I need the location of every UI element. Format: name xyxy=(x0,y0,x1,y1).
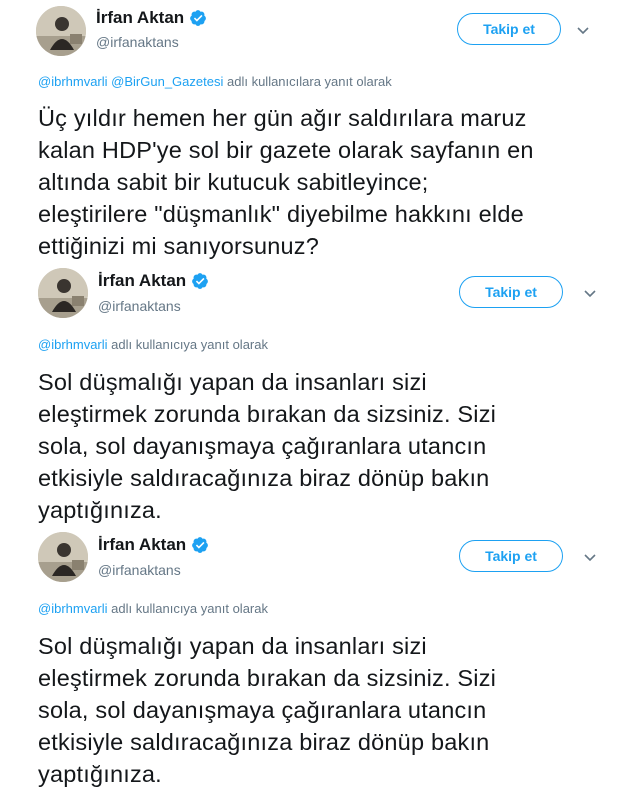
tweet-2: İrfan Aktan @irfanaktans Takip et @ibrhm… xyxy=(0,262,626,530)
handle: @irfanaktans xyxy=(98,562,181,578)
tweet-3: İrfan Aktan @irfanaktans Takip et @ibrhm… xyxy=(0,528,626,797)
tweet-text-line: kalan HDP'ye sol bir gazete olarak sayfa… xyxy=(38,137,534,163)
tweet-text-line: Sol düşmalığı yapan da insanları sizi xyxy=(38,633,427,659)
follow-button[interactable]: Takip et xyxy=(459,540,563,572)
chevron-down-icon[interactable] xyxy=(583,286,597,300)
reply-context: @ibrhmvarli adlı kullanıcıya yanıt olara… xyxy=(38,337,268,352)
display-name[interactable]: İrfan Aktan xyxy=(98,535,186,555)
verified-badge-icon xyxy=(192,537,209,553)
tweet-text-line: Sol düşmalığı yapan da insanları sizi xyxy=(38,369,427,395)
tweet-text-line: eleştirilere "düşmanlık" diyebilme hakkı… xyxy=(38,201,524,227)
avatar[interactable] xyxy=(36,6,86,56)
tweet-1: İrfan Aktan @irfanaktans Takip et @ibrhm… xyxy=(0,0,626,262)
verified-badge-icon xyxy=(192,273,209,289)
tweet-text: Sol düşmalığı yapan da insanları sizi el… xyxy=(38,630,618,790)
reply-mention[interactable]: @ibrhmvarli xyxy=(38,74,108,89)
chevron-down-icon[interactable] xyxy=(576,23,590,37)
tweet-text-line: sola, sol dayanışmaya çağıranlara utancı… xyxy=(38,433,487,459)
avatar[interactable] xyxy=(38,268,88,318)
tweet-text: Sol düşmalığı yapan da insanları sizi el… xyxy=(38,366,618,526)
author-name-row: İrfan Aktan xyxy=(96,8,207,28)
tweet-text-line: Üç yıldır hemen her gün ağır saldırılara… xyxy=(38,105,527,131)
verified-badge-icon xyxy=(190,10,207,26)
reply-suffix: adlı kullanıcılara yanıt olarak xyxy=(227,74,392,89)
avatar[interactable] xyxy=(38,532,88,582)
follow-button[interactable]: Takip et xyxy=(457,13,561,45)
author-name-row: İrfan Aktan xyxy=(98,535,209,555)
tweet-text-line: etkisiyle saldıracağınıza biraz dönüp ba… xyxy=(38,729,490,755)
display-name[interactable]: İrfan Aktan xyxy=(96,8,184,28)
tweet-text-line: etkisiyle saldıracağınıza biraz dönüp ba… xyxy=(38,465,490,491)
tweet-text-line: altında sabit bir kutucuk sabitleyince; xyxy=(38,169,429,195)
reply-suffix: adlı kullanıcıya yanıt olarak xyxy=(111,601,268,616)
reply-suffix: adlı kullanıcıya yanıt olarak xyxy=(111,337,268,352)
reply-mention[interactable]: @ibrhmvarli xyxy=(38,601,108,616)
tweet-text-line: eleştirmek zorunda bırakan da sizsiniz. … xyxy=(38,401,497,427)
display-name[interactable]: İrfan Aktan xyxy=(98,271,186,291)
reply-context: @ibrhmvarli adlı kullanıcıya yanıt olara… xyxy=(38,601,268,616)
follow-button[interactable]: Takip et xyxy=(459,276,563,308)
tweet-text-line: eleştirmek zorunda bırakan da sizsiniz. … xyxy=(38,665,497,691)
author-name-row: İrfan Aktan xyxy=(98,271,209,291)
tweet-text: Üç yıldır hemen her gün ağır saldırılara… xyxy=(38,102,618,262)
tweet-text-line: sola, sol dayanışmaya çağıranlara utancı… xyxy=(38,697,487,723)
handle: @irfanaktans xyxy=(96,34,179,50)
chevron-down-icon[interactable] xyxy=(583,550,597,564)
reply-mention[interactable]: @BirGun_Gazetesi xyxy=(111,74,223,89)
handle: @irfanaktans xyxy=(98,298,181,314)
tweet-text-line: ettiğinizi mi sanıyorsunuz? xyxy=(38,233,319,259)
reply-context: @ibrhmvarli @BirGun_Gazetesi adlı kullan… xyxy=(38,74,392,89)
tweet-text-line: yaptığınıza. xyxy=(38,761,162,787)
tweet-text-line: yaptığınıza. xyxy=(38,497,162,523)
reply-mention[interactable]: @ibrhmvarli xyxy=(38,337,108,352)
